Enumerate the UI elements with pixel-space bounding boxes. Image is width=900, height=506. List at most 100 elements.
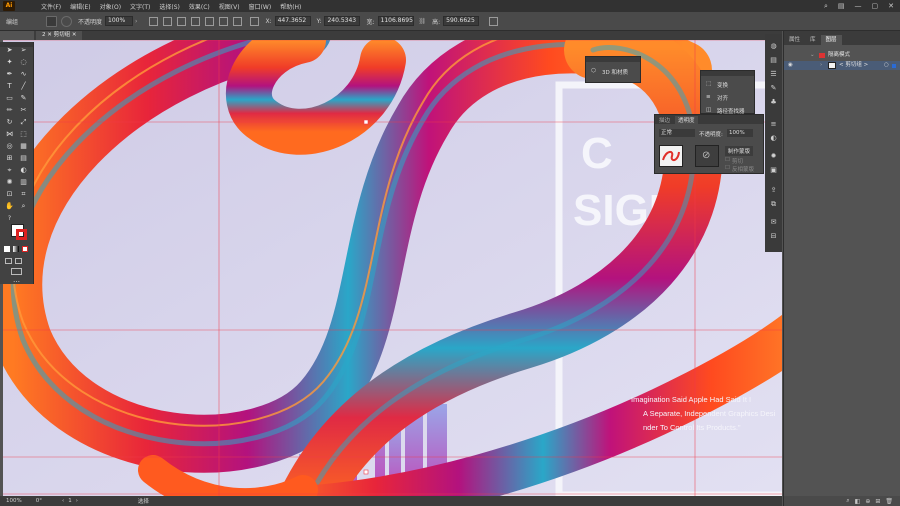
h-input[interactable]: 590.6625 <box>443 16 480 26</box>
mask-thumbnail[interactable]: ⊘ <box>695 145 719 167</box>
eyedropper-tool-icon[interactable]: ⌖ <box>5 166 14 175</box>
transform-options-icon[interactable] <box>489 16 499 26</box>
artboard-number[interactable]: 1 <box>68 498 72 504</box>
chevron-right-icon[interactable]: › <box>135 18 137 25</box>
selection-tool-icon[interactable]: ➤ <box>5 46 14 55</box>
align-bottom-icon[interactable] <box>233 16 243 26</box>
workspace-icon[interactable]: ▤ <box>838 2 845 10</box>
gradient-panel-icon[interactable]: ◐ <box>769 134 778 143</box>
tab-properties[interactable]: 属性 <box>784 35 805 45</box>
pen-tool-icon[interactable]: ✒ <box>5 70 14 79</box>
opacity-input[interactable]: 100% <box>105 16 134 26</box>
rotation-select[interactable]: 0° <box>36 498 42 504</box>
pencil-tool-icon[interactable]: ✏ <box>5 106 14 115</box>
shape-builder-tool-icon[interactable]: ◎ <box>5 142 14 151</box>
layers-panel-icon[interactable]: ▤ <box>769 56 778 65</box>
magic-wand-tool-icon[interactable]: ✦ <box>5 58 14 67</box>
scale-tool-icon[interactable]: ⤢ <box>19 118 28 127</box>
delete-layer-icon[interactable]: 🗑 <box>885 498 893 505</box>
fill-swatch[interactable] <box>46 15 58 27</box>
zoom-select[interactable]: 100% <box>6 498 22 504</box>
artboard-prev-icon[interactable]: ‹ <box>62 498 64 504</box>
stroke-panel-icon[interactable]: ≡ <box>769 120 778 129</box>
hand-tool-icon[interactable]: ✋ <box>5 202 14 211</box>
help-icon[interactable]: ? <box>5 214 14 223</box>
direct-selection-tool-icon[interactable]: ➢ <box>19 46 28 55</box>
minimize-icon[interactable]: — <box>855 2 862 10</box>
menu-select[interactable]: 选择(S) <box>159 2 180 11</box>
layer-row-clip-group[interactable]: ◉ › < 剪切组 > ○ <box>784 61 900 70</box>
layer-row-isolation[interactable]: ⌄ 隔离模式 <box>784 51 900 60</box>
curvature-tool-icon[interactable]: ∿ <box>19 70 28 79</box>
paintbrush-tool-icon[interactable]: ✎ <box>19 94 28 103</box>
restore-icon[interactable]: ▢ <box>872 2 879 10</box>
document-tab[interactable]: 2 ✕ 剪切组 ✕ <box>36 31 83 40</box>
tab-stroke[interactable]: 描边 <box>659 116 670 124</box>
tab-libraries[interactable]: 库 <box>805 35 821 45</box>
clip-checkbox[interactable]: ☐ <box>725 157 730 163</box>
blend-mode-select[interactable]: 正常 <box>659 129 695 137</box>
align-label[interactable]: 对齐 <box>717 94 728 102</box>
links-panel-icon[interactable]: ⧉ <box>769 200 778 209</box>
menu-object[interactable]: 对象(O) <box>100 2 121 11</box>
rectangle-tool-icon[interactable]: ▭ <box>5 94 14 103</box>
panel-3d-label[interactable]: 3D 和材质 <box>602 68 628 76</box>
stroke-color-swatch[interactable] <box>16 229 27 240</box>
menu-file[interactable]: 文件(F) <box>41 2 61 11</box>
transform-label[interactable]: 变换 <box>717 81 728 89</box>
w-input[interactable]: 1106.8695 <box>377 16 414 26</box>
draw-inside-icon[interactable] <box>15 258 22 264</box>
menu-edit[interactable]: 编辑(E) <box>70 2 90 11</box>
menu-window[interactable]: 窗口(W) <box>249 2 272 11</box>
graphic-styles-panel-icon[interactable]: ▣ <box>769 166 778 175</box>
color-panel-icon[interactable]: ◍ <box>769 42 778 51</box>
comments-panel-icon[interactable]: ✉ <box>769 218 778 227</box>
recolor-icon[interactable] <box>149 16 159 26</box>
close-icon[interactable]: ✕ <box>888 2 894 10</box>
stroke-swatch[interactable] <box>61 15 73 27</box>
reference-point-icon[interactable] <box>250 16 260 26</box>
target-icon[interactable]: ○ <box>884 61 889 70</box>
draw-mode-icon[interactable] <box>5 258 12 264</box>
opacity-field[interactable]: 100% <box>727 129 753 137</box>
screen-mode-icon[interactable] <box>11 268 22 275</box>
x-input[interactable]: 447.3652 <box>274 16 311 26</box>
new-sublayer-icon[interactable]: ⊕ <box>865 498 870 505</box>
object-thumbnail[interactable] <box>659 145 683 167</box>
align-right-icon[interactable] <box>191 16 201 26</box>
align-center-icon[interactable] <box>177 16 187 26</box>
tab-transparency[interactable]: 透明度 <box>675 116 698 124</box>
chevron-down-icon[interactable]: ⌄ <box>810 51 815 60</box>
align-left-icon[interactable] <box>163 16 173 26</box>
blend-tool-icon[interactable]: ◐ <box>19 166 28 175</box>
artboard-next-icon[interactable]: › <box>76 498 78 504</box>
perspective-grid-tool-icon[interactable]: ▦ <box>19 142 28 151</box>
menu-type[interactable]: 文字(T) <box>130 2 150 11</box>
menu-effect[interactable]: 效果(C) <box>189 2 210 11</box>
more-tools-icon[interactable]: … <box>12 276 21 285</box>
link-proportions-icon[interactable]: ⛓ <box>419 18 427 25</box>
free-transform-tool-icon[interactable]: ⬚ <box>19 130 28 139</box>
lasso-tool-icon[interactable]: ◌ <box>19 58 28 67</box>
menu-help[interactable]: 帮助(H) <box>280 2 301 11</box>
new-layer-icon[interactable]: ⊞ <box>875 498 880 505</box>
symbols-panel-icon[interactable]: ♣ <box>769 98 778 107</box>
graph-tool-icon[interactable]: ▥ <box>19 178 28 187</box>
panel-header[interactable] <box>586 57 640 62</box>
zoom-tool-icon[interactable]: ⌕ <box>19 202 28 211</box>
color-mode-icon[interactable] <box>4 246 10 252</box>
panel-header[interactable] <box>701 71 754 76</box>
chevron-right-icon[interactable]: › <box>820 61 822 70</box>
invert-mask-checkbox[interactable]: ☐ <box>725 165 730 171</box>
none-mode-icon[interactable] <box>22 246 28 252</box>
make-mask-button[interactable]: 制作蒙版 <box>725 146 754 156</box>
artboards-panel-icon[interactable]: ⊟ <box>769 232 778 241</box>
slice-tool-icon[interactable]: ⌗ <box>19 190 28 199</box>
canvas[interactable]: C SIGN Imagination Said Apple Had Said I… <box>3 40 782 496</box>
mesh-tool-icon[interactable]: ⊞ <box>5 154 14 163</box>
gradient-mode-icon[interactable] <box>13 246 19 252</box>
visibility-eye-icon[interactable]: ◉ <box>788 61 793 70</box>
scissors-tool-icon[interactable]: ✂ <box>19 106 28 115</box>
rotate-tool-icon[interactable]: ↻ <box>5 118 14 127</box>
locate-object-icon[interactable]: ⌕ <box>846 497 849 505</box>
